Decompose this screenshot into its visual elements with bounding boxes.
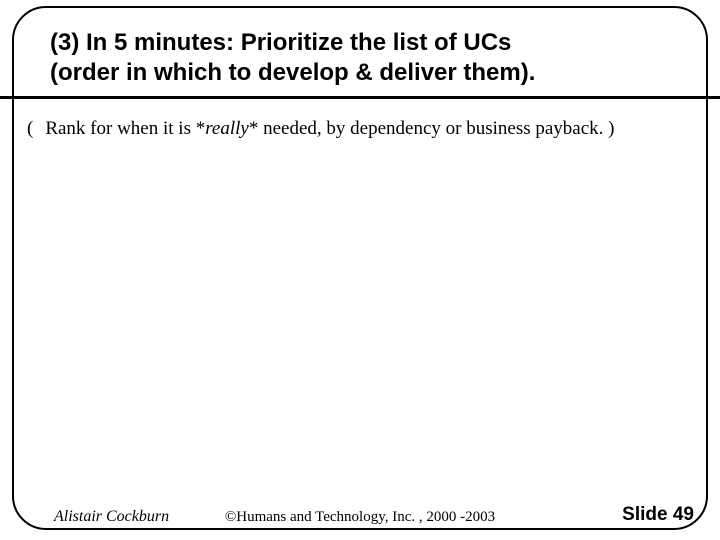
slide: (3) In 5 minutes: Prioritize the list of… <box>0 0 720 540</box>
open-paren: ( <box>27 118 33 139</box>
body-text: ( Rank for when it is *really* needed, by… <box>27 116 693 142</box>
body-post: * needed, by dependency or business payb… <box>249 118 615 139</box>
title-line-1: (3) In 5 minutes: Prioritize the list of… <box>50 29 511 56</box>
slide-title: (3) In 5 minutes: Prioritize the list of… <box>50 28 670 88</box>
title-underline <box>0 96 720 99</box>
footer-copyright: ©Humans and Technology, Inc. , 2000 -200… <box>0 509 720 526</box>
body-pre: Rank for when it is * <box>45 118 205 139</box>
title-line-2: (order in which to develop & deliver the… <box>50 59 535 86</box>
footer-slide-number: Slide 49 <box>622 504 694 526</box>
footer: Alistair Cockburn ©Humans and Technology… <box>0 502 720 526</box>
body-emph: really <box>205 118 249 139</box>
